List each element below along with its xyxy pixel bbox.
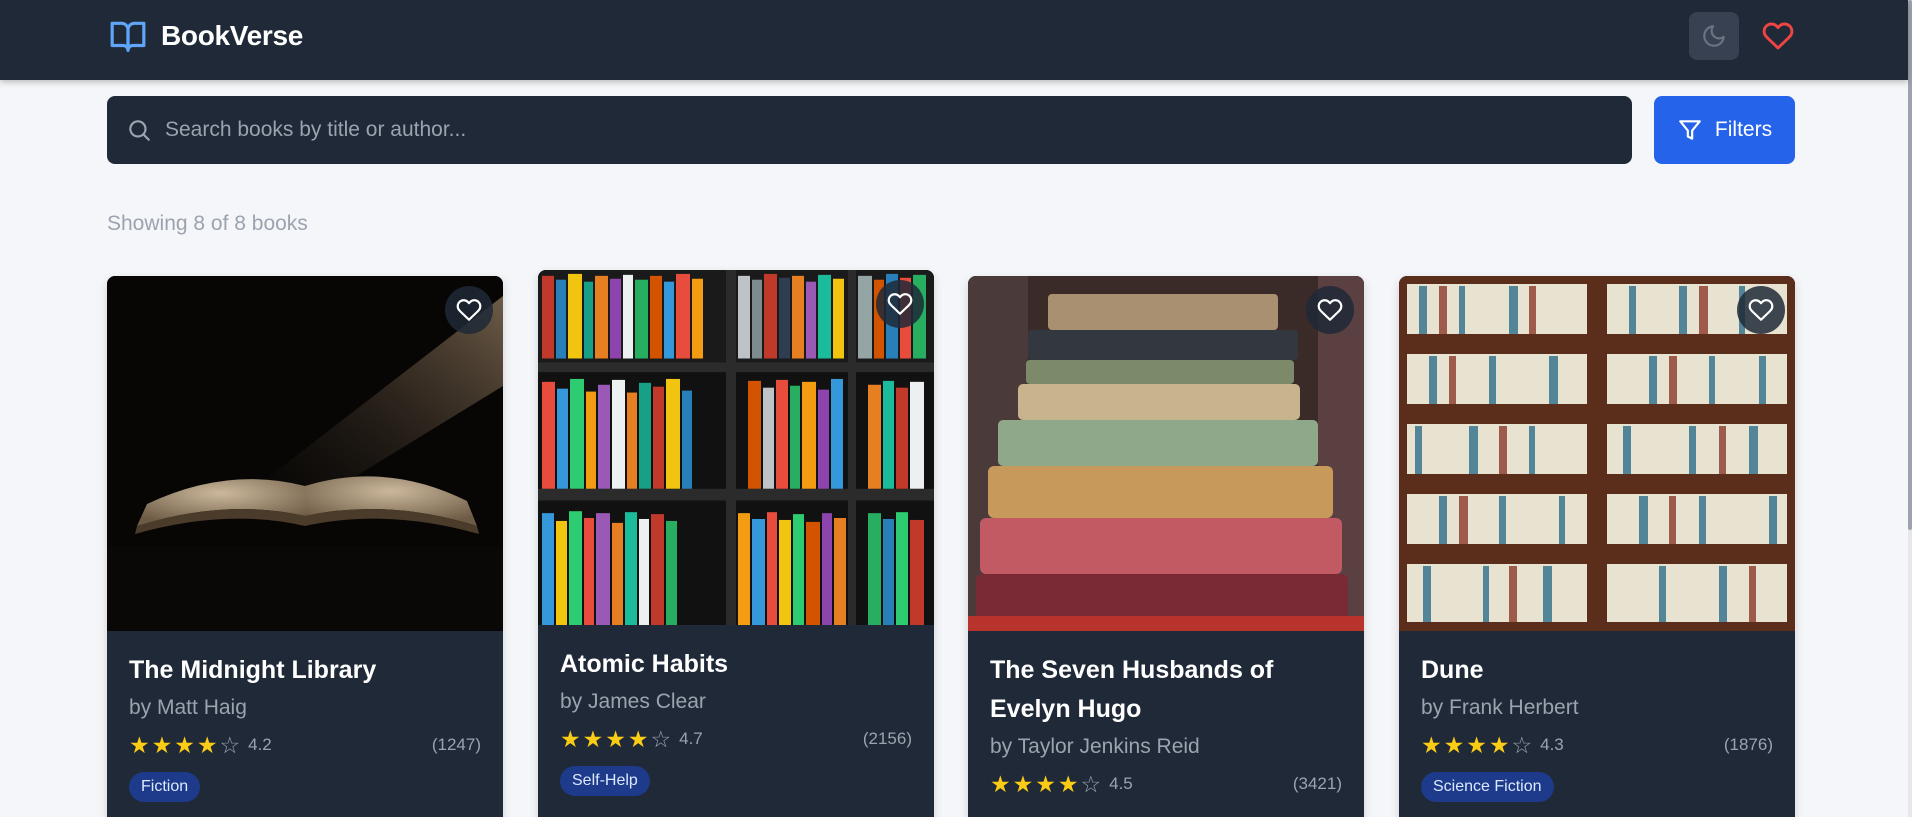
review-count: (1247) xyxy=(431,735,481,754)
star-filled-icon: ★ xyxy=(1035,771,1056,797)
book-card-body: The Seven Husbands of Evelyn Hugo by Tay… xyxy=(990,651,1342,797)
review-count: (2156) xyxy=(862,729,912,748)
star-filled-icon: ★ xyxy=(582,726,604,752)
star-empty-icon: ☆ xyxy=(650,726,672,752)
book-card-body: Atomic Habits by James Clear ★ ★ ★ ★ ☆ 4… xyxy=(560,645,912,796)
book-title[interactable]: Atomic Habits xyxy=(560,645,912,684)
star-filled-icon: ★ xyxy=(1421,732,1442,758)
star-rating: ★ ★ ★ ★ ☆ xyxy=(1421,732,1534,758)
star-filled-icon: ★ xyxy=(174,732,195,758)
book-author: by Taylor Jenkins Reid xyxy=(990,735,1200,758)
star-filled-icon: ★ xyxy=(627,726,649,752)
rating-row: ★ ★ ★ ★ ☆ 4.7 (2156) xyxy=(560,726,912,752)
star-filled-icon: ★ xyxy=(605,726,626,752)
rating-row: ★ ★ ★ ★ ☆ 4.2 (1247) xyxy=(129,732,481,758)
star-filled-icon: ★ xyxy=(129,732,150,758)
favorite-toggle-button[interactable] xyxy=(445,286,493,334)
book-title[interactable]: The Midnight Library xyxy=(129,651,481,690)
book-cover-image xyxy=(1399,276,1795,631)
open-book-icon xyxy=(110,21,146,52)
search-input[interactable] xyxy=(153,96,1632,164)
genre-badge: Science Fiction xyxy=(1421,772,1554,802)
star-filled-icon: ★ xyxy=(1488,732,1510,758)
star-filled-icon: ★ xyxy=(151,732,173,758)
star-rating: ★ ★ ★ ★ ☆ xyxy=(990,771,1103,797)
moon-icon xyxy=(1703,25,1725,47)
book-title[interactable]: The Seven Husbands of Evelyn Hugo xyxy=(990,651,1342,729)
star-filled-icon: ★ xyxy=(196,732,218,758)
book-card-body: The Midnight Library by Matt Haig ★ ★ ★ … xyxy=(129,651,481,802)
genre-badge: Self-Help xyxy=(560,766,650,796)
results-count: Showing 8 of 8 books xyxy=(107,212,308,235)
rating-value: 4.3 xyxy=(1540,735,1564,754)
rating-value: 4.5 xyxy=(1109,774,1133,793)
search-bar xyxy=(107,96,1632,164)
favorites-button[interactable] xyxy=(1758,16,1798,56)
app-name: BookVerse xyxy=(161,20,304,51)
top-navigation-bar: BookVerse xyxy=(0,0,1908,80)
book-card-body: Dune by Frank Herbert ★ ★ ★ ★ ☆ 4.3 (187… xyxy=(1421,651,1773,802)
star-filled-icon: ★ xyxy=(1012,771,1034,797)
favorite-toggle-button[interactable] xyxy=(1306,286,1354,334)
star-filled-icon: ★ xyxy=(1466,732,1487,758)
rating-value: 4.2 xyxy=(248,735,272,754)
star-rating: ★ ★ ★ ★ ☆ xyxy=(560,726,673,752)
book-card[interactable]: Dune by Frank Herbert ★ ★ ★ ★ ☆ 4.3 (187… xyxy=(1399,276,1795,817)
page-scrollbar[interactable] xyxy=(1908,0,1912,817)
rating-row: ★ ★ ★ ★ ☆ 4.3 (1876) xyxy=(1421,732,1773,758)
filters-button[interactable]: Filters xyxy=(1654,96,1795,164)
funnel-icon xyxy=(1677,116,1705,144)
book-author: by James Clear xyxy=(560,690,706,713)
book-cover-image xyxy=(538,270,934,625)
book-card[interactable]: The Seven Husbands of Evelyn Hugo by Tay… xyxy=(968,276,1364,817)
heart-outline-icon xyxy=(1748,299,1774,321)
brand[interactable]: BookVerse xyxy=(107,16,303,56)
heart-outline-icon xyxy=(456,299,482,321)
book-author: by Frank Herbert xyxy=(1421,696,1579,719)
genre-badge: Fiction xyxy=(129,772,201,802)
star-filled-icon: ★ xyxy=(990,771,1011,797)
book-title[interactable]: Dune xyxy=(1421,651,1773,690)
scrollbar-thumb[interactable] xyxy=(1908,0,1912,530)
heart-outline-icon xyxy=(1317,299,1343,321)
rating-row: ★ ★ ★ ★ ☆ 4.5 (3421) xyxy=(990,771,1342,797)
star-empty-icon: ☆ xyxy=(1511,732,1533,758)
review-count: (1876) xyxy=(1723,735,1773,754)
review-count: (3421) xyxy=(1292,774,1342,793)
book-card[interactable]: The Midnight Library by Matt Haig ★ ★ ★ … xyxy=(107,276,503,817)
star-rating: ★ ★ ★ ★ ☆ xyxy=(129,732,242,758)
search-icon xyxy=(125,116,153,144)
star-empty-icon: ☆ xyxy=(1080,771,1102,797)
favorite-toggle-button[interactable] xyxy=(876,280,924,328)
rating-value: 4.7 xyxy=(679,729,703,748)
filters-label: Filters xyxy=(1714,118,1773,141)
theme-toggle-button[interactable] xyxy=(1689,12,1739,60)
star-empty-icon: ☆ xyxy=(219,732,241,758)
book-author: by Matt Haig xyxy=(129,696,247,719)
book-cover-image xyxy=(107,276,503,631)
star-filled-icon: ★ xyxy=(560,726,581,752)
book-cover-image xyxy=(968,276,1364,631)
star-filled-icon: ★ xyxy=(1057,771,1079,797)
favorite-toggle-button[interactable] xyxy=(1737,286,1785,334)
heart-icon xyxy=(1762,22,1794,50)
star-filled-icon: ★ xyxy=(1443,732,1465,758)
book-card[interactable]: Atomic Habits by James Clear ★ ★ ★ ★ ☆ 4… xyxy=(538,270,934,817)
heart-outline-icon xyxy=(887,293,913,315)
